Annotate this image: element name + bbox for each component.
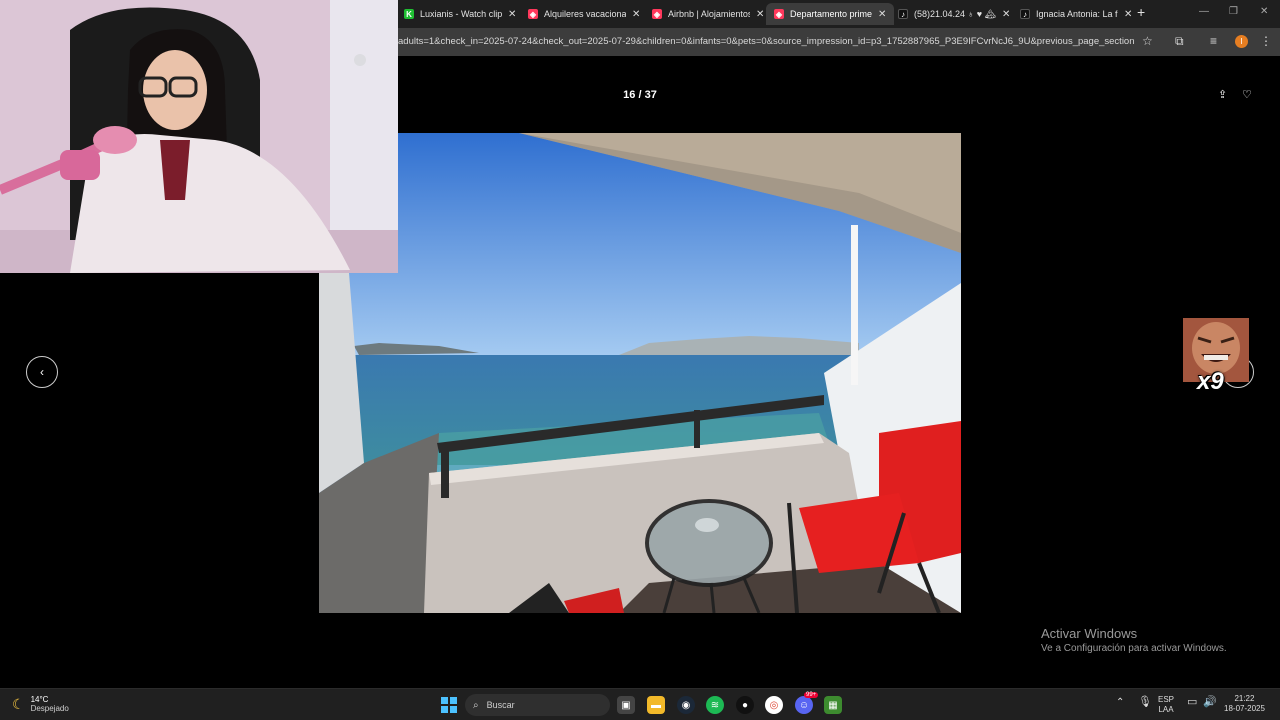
steam-icon[interactable]: ◉: [677, 696, 695, 714]
file-explorer-icon[interactable]: ▬: [647, 696, 665, 714]
language-indicator[interactable]: ESP LAA: [1158, 695, 1174, 715]
balcony-sea-view-image: [319, 133, 961, 613]
spotify-icon[interactable]: ≋: [706, 696, 724, 714]
streamer-webcam-image: [0, 0, 398, 273]
heart-icon[interactable]: ♡: [1242, 88, 1252, 101]
moon-icon: ☾: [12, 695, 25, 712]
chrome-icon[interactable]: ◎: [765, 696, 783, 714]
weather-widget[interactable]: ☾ 14°C Despejado: [12, 695, 69, 713]
clock[interactable]: 21:22 18-07-2025: [1224, 694, 1265, 714]
network-icon[interactable]: ▭: [1187, 697, 1197, 708]
activate-windows-watermark: Activar Windows Ve a Configuración para …: [1041, 626, 1227, 654]
kick-icon: K: [404, 9, 414, 19]
prev-photo-button[interactable]: ‹: [26, 356, 58, 388]
bookmark-star-icon[interactable]: ☆: [1142, 34, 1153, 48]
tiktok-icon: ♪: [898, 9, 908, 19]
share-icon[interactable]: ⇪: [1218, 88, 1227, 101]
webcam-overlay: [0, 0, 398, 273]
emote-count: x9: [1197, 368, 1224, 395]
close-icon[interactable]: ✕: [756, 9, 764, 20]
airbnb-icon: ◈: [774, 9, 784, 19]
search-icon: ⌕: [473, 699, 479, 711]
listing-photo: [319, 133, 961, 613]
airbnb-icon: ◈: [652, 9, 662, 19]
menu-dots-icon[interactable]: ⋮: [1260, 34, 1272, 48]
start-button[interactable]: [440, 696, 458, 714]
tab-tiktok-2[interactable]: ♪ Ignacia Antonia: La f ✕: [1012, 3, 1140, 25]
volume-icon[interactable]: 🔊: [1203, 697, 1217, 708]
tab-departamento[interactable]: ◈ Departamento primera ✕: [766, 3, 895, 25]
tiktok-icon: ♪: [1020, 9, 1030, 19]
extensions-icon[interactable]: ⧉: [1175, 34, 1184, 49]
activate-title: Activar Windows: [1041, 626, 1138, 641]
activate-subtitle: Ve a Configuración para activar Windows.: [1041, 643, 1227, 654]
new-tab-button[interactable]: +: [1137, 4, 1145, 20]
chevron-left-icon: ‹: [40, 365, 44, 379]
tab-airbnb[interactable]: ◈ Airbnb | Alojamientos ✕: [644, 3, 772, 25]
weather-desc: Despejado: [30, 704, 69, 713]
taskbar-search[interactable]: ⌕ Buscar: [465, 694, 610, 716]
close-icon[interactable]: ✕: [508, 9, 516, 20]
profile-avatar[interactable]: I: [1235, 35, 1248, 48]
maximize-icon[interactable]: ❐: [1229, 6, 1238, 17]
minecraft-icon[interactable]: ▦: [824, 696, 842, 714]
close-icon[interactable]: ✕: [632, 9, 640, 20]
chevron-up-icon[interactable]: ⌃: [1116, 698, 1124, 708]
task-view-icon[interactable]: ▣: [617, 696, 635, 714]
discord-badge: 99+: [804, 692, 819, 698]
tab-tiktok-1[interactable]: ♪ (58)21.04.24 ♁ ♥ 🏔 ✕: [890, 3, 1018, 25]
weather-temp: 14°C: [30, 695, 49, 704]
close-icon[interactable]: ✕: [1124, 9, 1132, 20]
tab-luxianis[interactable]: K Luxianis - Watch clips ✕: [396, 3, 524, 25]
tab-alquileres[interactable]: ◈ Alquileres vacacionales ✕: [520, 3, 648, 25]
media-control-icon[interactable]: ≡: [1210, 34, 1217, 48]
windows-logo-icon: [441, 697, 457, 713]
search-placeholder: Buscar: [486, 700, 515, 710]
minimize-icon[interactable]: —: [1199, 6, 1209, 17]
close-icon[interactable]: ✕: [878, 9, 886, 20]
discord-icon[interactable]: ☺: [795, 696, 813, 714]
photo-counter: 16 / 37: [623, 89, 657, 101]
microphone-icon[interactable]: 🎙: [1138, 697, 1152, 708]
airbnb-icon: ◈: [528, 9, 538, 19]
windows-taskbar: ☾ 14°C Despejado ⌕ Buscar ▣ ▬ ◉ ≋ ● ◎ ☺ …: [0, 688, 1280, 720]
url-field[interactable]: adults=1&check_in=2025-07-24&check_out=2…: [398, 36, 1134, 47]
window-close-icon[interactable]: ✕: [1260, 6, 1268, 17]
close-icon[interactable]: ✕: [1002, 9, 1010, 20]
obs-icon[interactable]: ●: [736, 696, 754, 714]
screen: K Luxianis - Watch clips ✕ ◈ Alquileres …: [0, 0, 1280, 720]
